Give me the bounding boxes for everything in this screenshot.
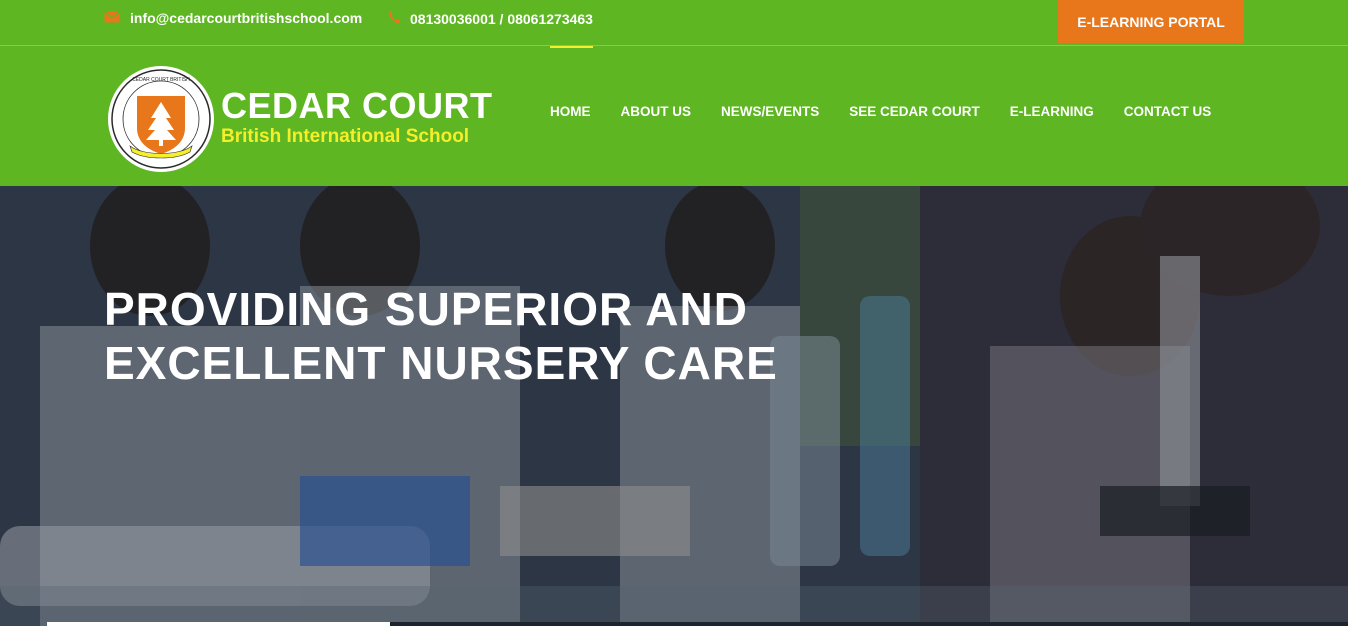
hero-headline: PROVIDING SUPERIOR AND EXCELLENT NURSERY… — [104, 282, 778, 390]
email-text[interactable]: info@cedarcourtbritishschool.com — [130, 10, 362, 26]
main-navbar: CEDAR COURT BRITISH CEDAR COURT British … — [0, 46, 1348, 186]
cedar-tree-icon: CEDAR COURT BRITISH — [111, 69, 211, 169]
nav-e-learning[interactable]: E-LEARNING — [1010, 104, 1094, 119]
nav-home[interactable]: HOME — [550, 104, 591, 119]
school-logo[interactable]: CEDAR COURT BRITISH — [108, 66, 214, 172]
nav-see-cedar-court[interactable]: SEE CEDAR COURT — [849, 104, 980, 119]
nav-news-events[interactable]: NEWS/EVENTS — [721, 104, 819, 119]
phone-text[interactable]: 08130036001 / 08061273463 — [410, 11, 593, 27]
active-nav-indicator — [550, 46, 593, 48]
hero-line-1: PROVIDING SUPERIOR AND — [104, 283, 748, 335]
slider-progress-bar — [47, 622, 390, 626]
hero-line-2: EXCELLENT NURSERY CARE — [104, 337, 778, 389]
phone-icon — [388, 10, 400, 27]
hero-overlay — [0, 186, 1348, 626]
contact-phone[interactable]: 08130036001 / 08061273463 — [388, 10, 593, 27]
primary-nav: HOME ABOUT US NEWS/EVENTS SEE CEDAR COUR… — [550, 104, 1211, 119]
nav-about-us[interactable]: ABOUT US — [621, 104, 692, 119]
hero-slider[interactable]: PROVIDING SUPERIOR AND EXCELLENT NURSERY… — [0, 186, 1348, 626]
top-bar: info@cedarcourtbritishschool.com 0813003… — [0, 0, 1348, 46]
contact-email[interactable]: info@cedarcourtbritishschool.com — [104, 10, 362, 26]
envelope-icon — [104, 10, 120, 26]
svg-text:CEDAR COURT BRITISH: CEDAR COURT BRITISH — [132, 77, 190, 83]
school-name[interactable]: CEDAR COURT — [221, 88, 493, 124]
school-subtitle: British International School — [221, 126, 470, 147]
e-learning-portal-button[interactable]: E-LEARNING PORTAL — [1058, 0, 1244, 43]
slider-progress-track — [390, 622, 1348, 626]
nav-contact-us[interactable]: CONTACT US — [1124, 104, 1212, 119]
